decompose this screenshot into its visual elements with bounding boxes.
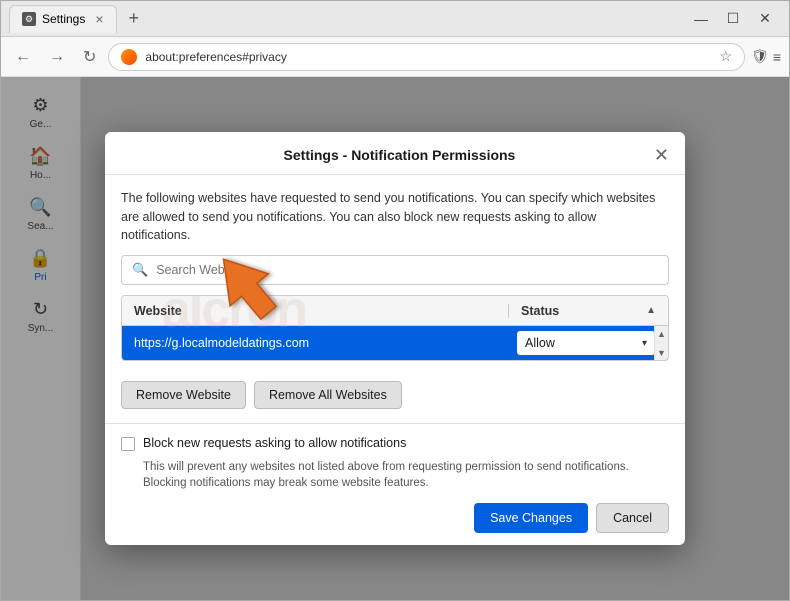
forward-button[interactable]: → (43, 44, 71, 70)
dropdown-current-value: Allow (525, 336, 555, 350)
settings-tab-icon: ⚙ (22, 12, 36, 26)
nav-icons: 🛡 ≡ (751, 48, 781, 65)
block-notifications-checkbox[interactable] (121, 437, 135, 451)
modal-title: Settings - Notification Permissions (145, 147, 654, 163)
search-magnifier-icon: 🔍 (132, 262, 148, 278)
title-bar: ⚙ Settings × + — ☐ ✕ (1, 1, 789, 37)
scroll-down-button[interactable]: ▼ (655, 345, 669, 360)
titlebar-buttons: — ☐ ✕ (685, 5, 781, 33)
browser-window: ⚙ Settings × + — ☐ ✕ ← → ↻ about:prefere… (0, 0, 790, 601)
browser-content: ⚙ Ge... 🏠 Ho... 🔍 Sea... 🔒 Pri ↻ Syn... (1, 77, 789, 600)
maximize-button[interactable]: ☐ (717, 5, 749, 33)
save-changes-button[interactable]: Save Changes (474, 503, 588, 533)
scroll-up-button[interactable]: ▲ (655, 326, 669, 341)
website-cell: https://g.localmodeldatings.com (122, 336, 508, 350)
cancel-button[interactable]: Cancel (596, 503, 669, 533)
status-cell: Allow ▾ (508, 330, 668, 356)
remove-website-button[interactable]: Remove Website (121, 381, 246, 409)
minimize-button[interactable]: — (685, 5, 717, 33)
modal-description: The following websites have requested to… (121, 189, 669, 245)
remove-all-websites-button[interactable]: Remove All Websites (254, 381, 402, 409)
scrollbar: ▲ ▼ (654, 326, 668, 360)
block-notifications-row: Block new requests asking to allow notif… (121, 436, 669, 451)
table-header: Website Status ▲ (122, 296, 668, 326)
block-notifications-description: This will prevent any websites not liste… (143, 459, 669, 491)
refresh-button[interactable]: ↻ (77, 43, 102, 71)
address-bar[interactable]: about:preferences#privacy ☆ (108, 43, 745, 71)
remove-buttons-row: Remove Website Remove All Websites (121, 381, 669, 409)
modal-body: The following websites have requested to… (105, 175, 685, 423)
status-column-header: Status ▲ (508, 304, 668, 318)
search-website-input[interactable] (156, 263, 658, 277)
block-notifications-label: Block new requests asking to allow notif… (143, 436, 406, 450)
bookmark-icon[interactable]: ☆ (719, 48, 732, 65)
menu-button[interactable]: ≡ (773, 49, 781, 65)
nav-bar: ← → ↻ about:preferences#privacy ☆ 🛡 ≡ (1, 37, 789, 77)
dropdown-arrow-icon: ▾ (642, 338, 647, 349)
back-button[interactable]: ← (9, 44, 37, 70)
tab-close-button[interactable]: × (95, 11, 103, 27)
address-text: about:preferences#privacy (145, 50, 711, 64)
website-column-header: Website (122, 304, 508, 318)
modal-header: Settings - Notification Permissions ✕ (105, 132, 685, 175)
modal-close-button[interactable]: ✕ (654, 146, 669, 164)
modal-footer: Block new requests asking to allow notif… (105, 423, 685, 545)
tab-label: Settings (42, 12, 85, 26)
firefox-logo-icon (121, 49, 137, 65)
window-controls: — ☐ ✕ (685, 5, 781, 33)
close-button[interactable]: ✕ (749, 5, 781, 33)
modal-overlay: Settings - Notification Permissions ✕ Th… (1, 77, 789, 600)
search-box: 🔍 (121, 255, 669, 285)
footer-actions: Save Changes Cancel (121, 503, 669, 533)
shield-icon-button[interactable]: 🛡 (751, 48, 769, 65)
table-row[interactable]: https://g.localmodeldatings.com Allow ▾ (122, 326, 668, 360)
status-dropdown-button[interactable]: Allow ▾ (516, 330, 656, 356)
notification-permissions-modal: Settings - Notification Permissions ✕ Th… (105, 132, 685, 545)
permissions-table: Website Status ▲ alcron https://g.l (121, 295, 669, 361)
new-tab-button[interactable]: + (121, 5, 148, 33)
table-scroll-area: alcron https://g.localmodeldatings.com A… (122, 326, 668, 360)
settings-tab[interactable]: ⚙ Settings × (9, 5, 117, 33)
